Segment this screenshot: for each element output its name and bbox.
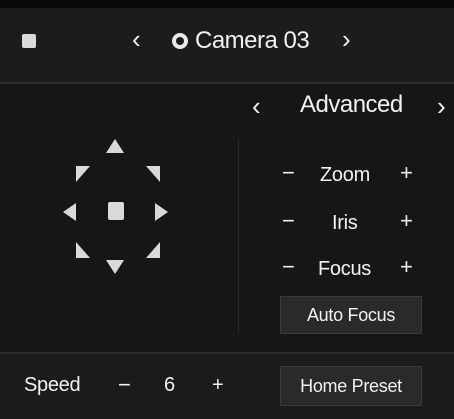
down-right-arrow-icon[interactable] (146, 242, 160, 258)
down-arrow-icon[interactable] (106, 260, 124, 274)
down-left-arrow-icon[interactable] (76, 242, 90, 258)
iris-label: Iris (332, 212, 358, 234)
speed-value: 6 (164, 374, 176, 396)
iris-plus-button[interactable]: + (400, 210, 413, 232)
zoom-plus-button[interactable]: + (400, 162, 413, 184)
camera-title: Camera 03 (195, 27, 310, 54)
speed-label: Speed (24, 374, 81, 396)
center-stop-icon[interactable] (108, 202, 124, 220)
advanced-next-button[interactable]: › (437, 93, 446, 119)
up-left-arrow-icon[interactable] (76, 166, 90, 182)
camera-icon (172, 33, 188, 49)
zoom-minus-button[interactable]: − (282, 162, 295, 184)
advanced-prev-button[interactable]: ‹ (252, 93, 261, 119)
up-arrow-icon[interactable] (106, 139, 124, 153)
next-camera-button[interactable]: › (342, 26, 351, 52)
zoom-label: Zoom (320, 164, 370, 186)
panel-divider (238, 138, 239, 334)
right-arrow-icon[interactable] (155, 203, 168, 221)
focus-minus-button[interactable]: − (282, 256, 295, 278)
advanced-title: Advanced (300, 91, 403, 118)
left-arrow-icon[interactable] (63, 203, 76, 221)
home-preset-button[interactable]: Home Preset (280, 366, 422, 406)
top-edge (0, 0, 454, 8)
iris-minus-button[interactable]: − (282, 210, 295, 232)
speed-plus-button[interactable]: + (212, 374, 224, 397)
auto-focus-button[interactable]: Auto Focus (280, 296, 422, 334)
up-right-arrow-icon[interactable] (146, 166, 160, 182)
speed-minus-button[interactable]: − (118, 372, 131, 398)
square-icon[interactable] (22, 34, 36, 48)
prev-camera-button[interactable]: ‹ (132, 26, 141, 52)
focus-plus-button[interactable]: + (400, 256, 413, 278)
focus-label: Focus (318, 258, 371, 280)
